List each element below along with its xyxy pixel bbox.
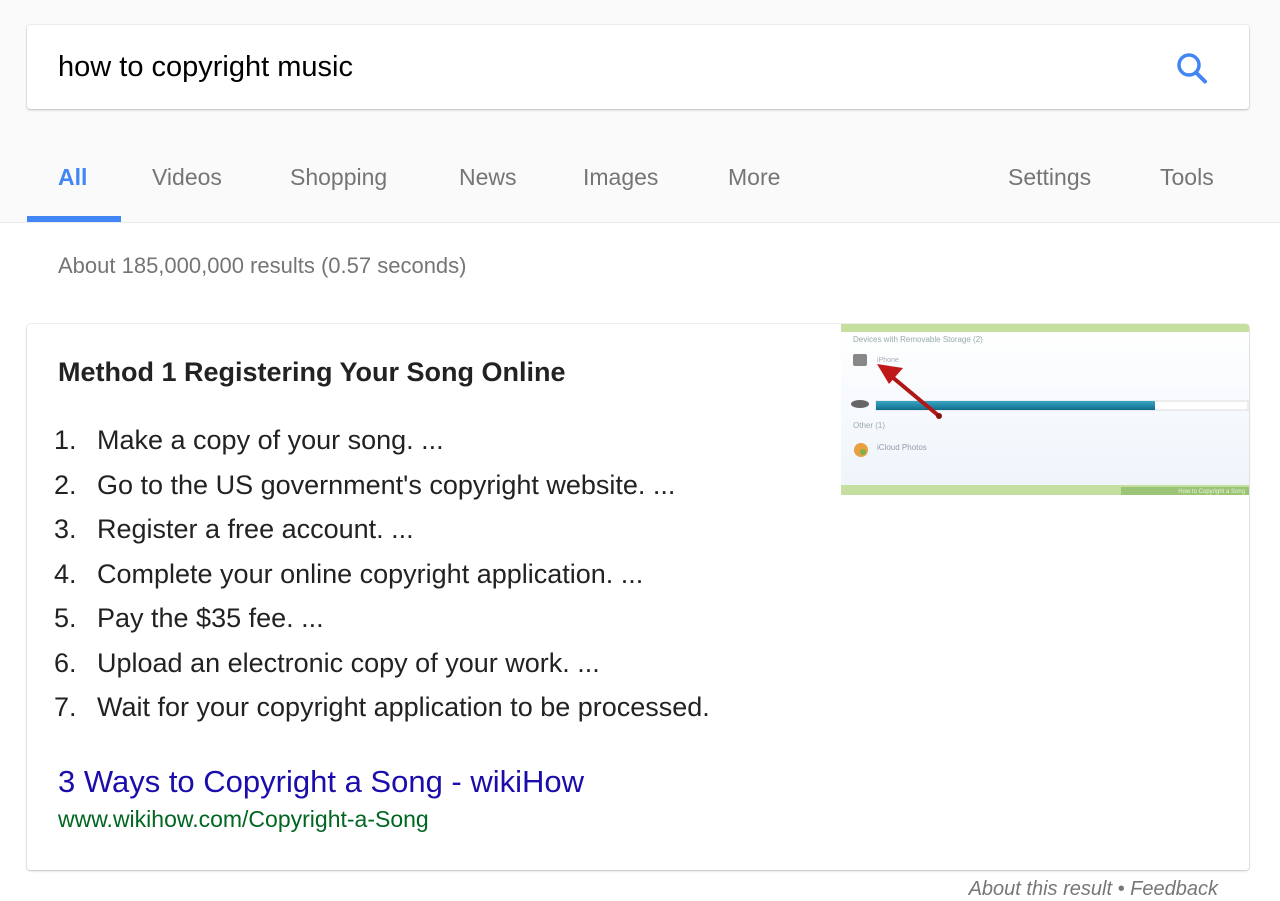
device-icon [853, 354, 867, 366]
step-number: 3. [54, 514, 77, 544]
search-icon [1177, 53, 1207, 84]
drive-icon [851, 400, 869, 408]
step-item: 2. Go to the US government's copyright we… [54, 468, 710, 513]
step-number: 4. [54, 558, 77, 589]
step-text: Pay the $35 fee. ... [97, 603, 324, 633]
step-item: 4. Complete your online copyright applica… [54, 557, 710, 602]
tab-news[interactable]: News [459, 164, 517, 191]
step-number: 6. [54, 647, 77, 678]
featured-snippet-card: Method 1 Registering Your Song Online 1.… [27, 324, 1249, 870]
step-item: 1. Make a copy of your song. ... [54, 423, 710, 468]
step-text: Make a copy of your song. ... [97, 425, 444, 455]
step-text: Complete your online copyright applicati… [97, 558, 644, 589]
snippet-thumbnail[interactable]: Devices with Removable Storage (2) iPhon… [841, 324, 1249, 495]
step-item: 5. Pay the $35 fee. ... [54, 601, 710, 646]
snippet-footer: About this result • Feedback [969, 878, 1218, 901]
thumbnail-text: Devices with Removable Storage (2) [853, 335, 983, 344]
thumbnail-image: Devices with Removable Storage (2) iPhon… [841, 324, 1249, 495]
step-text: Wait for your copyright application to b… [97, 692, 710, 722]
tab-all[interactable]: All [58, 164, 87, 191]
tab-more[interactable]: More [728, 164, 780, 191]
tab-shopping[interactable]: Shopping [290, 164, 387, 191]
steps-list: 1. Make a copy of your song. ... 2. Go to … [54, 423, 710, 735]
active-tab-indicator [27, 216, 121, 222]
thumbnail-text: iPhone [877, 357, 899, 364]
step-text: Register a free account. ... [97, 514, 414, 544]
tools-link[interactable]: Tools [1160, 164, 1214, 191]
result-stats: About 185,000,000 results (0.57 seconds) [58, 253, 467, 278]
storage-bar [876, 401, 1155, 410]
step-number: 2. [54, 469, 77, 500]
snippet-title: Method 1 Registering Your Song Online [58, 357, 566, 387]
step-item: 3. Register a free account. ... [54, 512, 710, 557]
search-button[interactable] [1173, 51, 1213, 87]
source-title-link[interactable]: 3 Ways to Copyright a Song - wikiHow [58, 764, 584, 800]
step-number: 5. [54, 603, 77, 633]
search-input[interactable] [58, 47, 1138, 87]
thumbnail-text: iCloud Photos [877, 443, 927, 452]
step-text: Go to the US government's copyright webs… [97, 469, 676, 500]
thumbnail-watermark: How to Copyright a Song [1178, 489, 1245, 495]
settings-link[interactable]: Settings [1008, 164, 1091, 191]
tab-images[interactable]: Images [583, 164, 658, 191]
step-item: 7. Wait for your copyright application to… [54, 690, 710, 735]
step-number: 7. [54, 692, 77, 722]
thumbnail-text: Other (1) [853, 421, 885, 430]
tab-videos[interactable]: Videos [152, 164, 222, 191]
search-box [27, 25, 1249, 109]
step-text: Upload an electronic copy of your work. … [97, 647, 600, 678]
step-number: 1. [54, 425, 77, 455]
source-url: www.wikihow.com/Copyright-a-Song [58, 806, 429, 832]
search-tabs: All Videos Shopping News Images More Set… [0, 150, 1280, 222]
step-item: 6. Upload an electronic copy of your work… [54, 646, 710, 691]
